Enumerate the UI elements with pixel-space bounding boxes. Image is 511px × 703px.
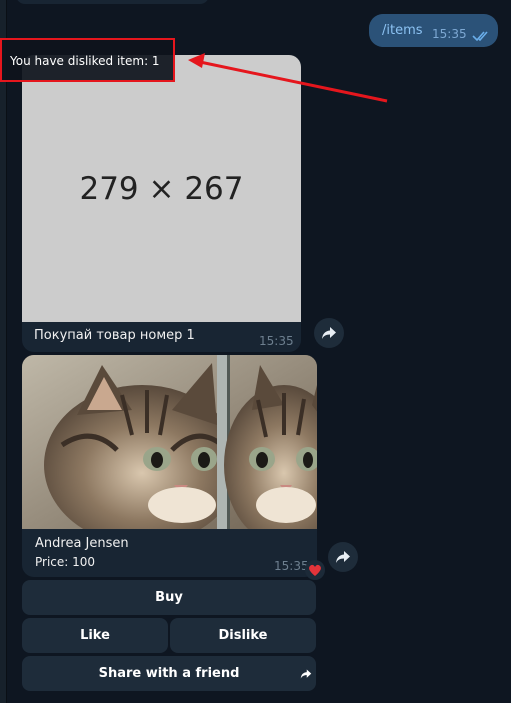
- product-name: Andrea Jensen: [35, 536, 129, 551]
- product-message[interactable]: Andrea Jensen Price: 100 15:35: [22, 355, 317, 577]
- forward-button[interactable]: [328, 542, 358, 572]
- heart-reaction-icon[interactable]: [305, 560, 325, 580]
- product-price: Price: 100: [35, 555, 96, 569]
- share-button[interactable]: Share with a friend: [22, 656, 316, 691]
- product-photo: [22, 355, 317, 529]
- dislike-button[interactable]: Dislike: [170, 618, 316, 653]
- forward-icon: [336, 551, 350, 563]
- like-button[interactable]: Like: [22, 618, 168, 653]
- share-button-label: Share with a friend: [98, 666, 240, 681]
- buy-button[interactable]: Buy: [22, 580, 316, 615]
- product-message-time: 15:35: [274, 559, 309, 573]
- share-arrow-icon: [300, 659, 312, 694]
